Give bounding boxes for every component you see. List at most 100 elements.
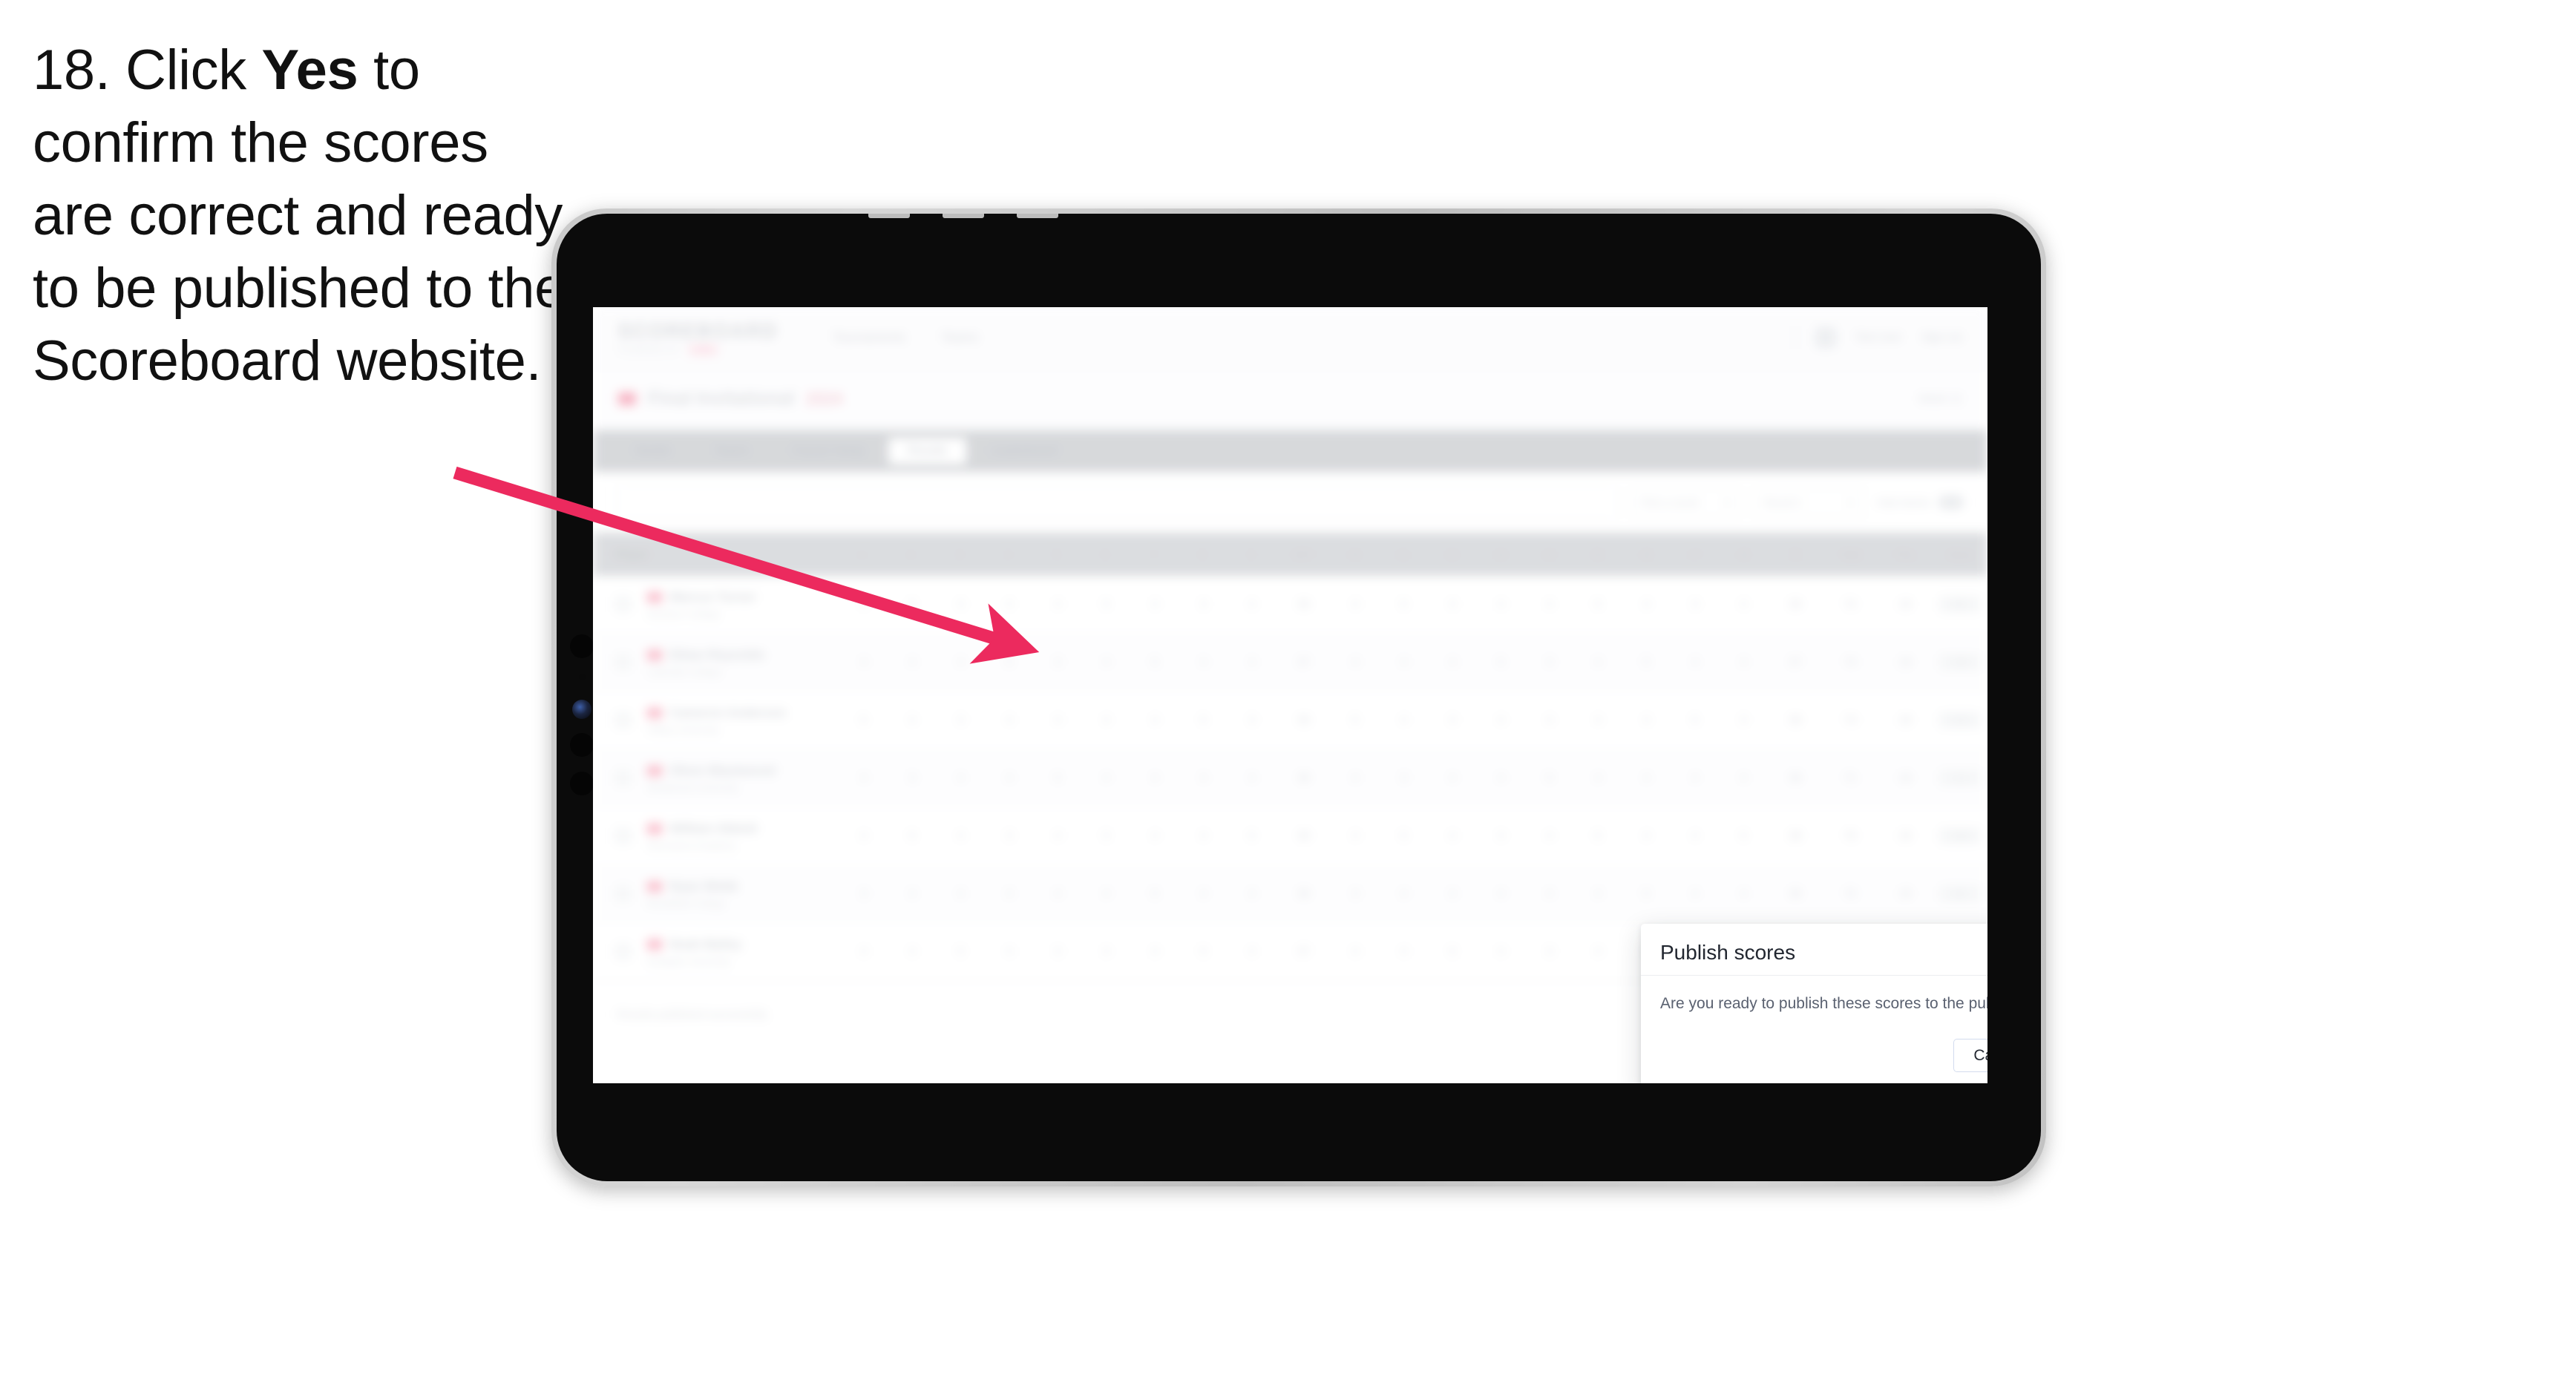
hole-score-cell[interactable]: 3 [937,598,985,611]
hole-score-cell[interactable]: 4 [1525,714,1573,726]
hole-score-cell[interactable]: 5 [1573,598,1622,611]
hole-score-cell[interactable]: 4 [1428,656,1476,669]
hole-score-cell[interactable]: 4 [1622,714,1671,726]
hole-score-cell[interactable]: 4 [1622,830,1671,842]
hole-score-cell[interactable]: 4 [1130,830,1179,842]
hole-score-cell[interactable]: 5 [1130,656,1179,669]
hole-score-cell[interactable]: 3 [1525,945,1573,958]
hole-score-cell[interactable]: 4 [1573,772,1622,784]
hole-score-cell[interactable]: 4 [1179,887,1228,900]
hole-score-cell[interactable]: 5 [1380,830,1428,842]
hole-score-cell[interactable]: 4 [1671,830,1719,842]
tab-details[interactable]: Details [615,438,690,464]
hole-score-cell[interactable]: 4 [1082,656,1130,669]
hole-score-cell[interactable]: 4 [1477,598,1525,611]
hole-score-cell[interactable]: 3 [1034,945,1082,958]
hole-score-cell[interactable]: 4 [1573,887,1622,900]
hole-score-cell[interactable]: 5 [985,656,1033,669]
avatar-icon[interactable] [1815,326,1836,348]
hole-score-cell[interactable]: 3 [1380,772,1428,784]
hole-score-cell[interactable]: 4 [888,887,936,900]
hole-score-cell[interactable]: 4 [937,887,985,900]
hide-blanks-toggle[interactable]: Hide blanks [1877,496,1964,509]
nav-item-tournaments[interactable]: Tournaments [833,330,905,345]
hole-score-cell[interactable]: 5 [1525,772,1573,784]
hole-score-cell[interactable]: 5 [1573,830,1622,842]
hole-score-cell[interactable]: 4 [1380,656,1428,669]
tab-course-setup[interactable]: Course Setup [773,438,884,464]
hole-score-cell[interactable]: 4 [1228,887,1276,900]
hole-score-cell[interactable]: 5 [1228,830,1276,842]
hole-score-cell[interactable]: 4 [1130,772,1179,784]
row-checkbox[interactable] [615,597,631,612]
hole-score-cell[interactable]: 5 [1179,945,1228,958]
hole-score-cell[interactable]: 4 [1720,598,1768,611]
hole-score-cell[interactable]: 4 [1228,656,1276,669]
hole-score-cell[interactable]: 4 [937,830,985,842]
hole-score-cell[interactable]: 4 [1034,598,1082,611]
hole-score-cell[interactable]: 4 [1130,598,1179,611]
hole-score-cell[interactable]: 4 [1573,714,1622,726]
hole-score-cell[interactable]: 3 [937,714,985,726]
app-logo[interactable]: SCOREBOARD POWERED BY LIVE [618,320,778,355]
hole-score-cell[interactable]: 4 [1331,772,1380,784]
table-row[interactable]: Oliver Blackwood Westbrook University 4 3 4 4… [593,749,1987,807]
hole-score-cell[interactable]: 4 [1525,830,1573,842]
hole-score-cell[interactable]: 4 [1671,656,1719,669]
table-row[interactable]: Marcus Turner Northern College 4 5 3 4 4 5 4 3 4 36… [593,576,1987,634]
hole-score-cell[interactable]: 3 [1477,830,1525,842]
hole-score-cell[interactable]: 4 [1525,887,1573,900]
hole-score-cell[interactable]: 4 [1082,945,1130,958]
tab-leaderboard[interactable]: Leaderboard [971,438,1077,464]
hole-score-cell[interactable]: 4 [1428,772,1476,784]
hole-score-cell[interactable]: 4 [1477,772,1525,784]
hole-score-cell[interactable]: 4 [1082,714,1130,726]
row-checkbox[interactable] [615,770,631,786]
hole-score-cell[interactable]: 4 [1622,772,1671,784]
hole-score-cell[interactable]: 5 [1179,714,1228,726]
hole-score-cell[interactable]: 4 [1082,772,1130,784]
hole-score-cell[interactable]: 4 [1380,887,1428,900]
hole-score-cell[interactable]: 4 [839,656,888,669]
hole-score-cell[interactable]: 4 [1477,945,1525,958]
view-select[interactable]: Round 1 ▾ [1753,487,1864,518]
hole-score-cell[interactable]: 3 [1525,656,1573,669]
hole-score-cell[interactable]: 4 [888,945,936,958]
hole-score-cell[interactable]: 4 [937,656,985,669]
hole-score-cell[interactable]: 4 [1671,887,1719,900]
row-checkbox[interactable] [615,828,631,844]
hole-score-cell[interactable]: 4 [839,598,888,611]
hole-score-cell[interactable]: 3 [1179,598,1228,611]
hole-score-cell[interactable]: 4 [1034,830,1082,842]
hole-score-cell[interactable]: 4 [839,945,888,958]
hole-score-cell[interactable]: 5 [1622,656,1671,669]
hole-score-cell[interactable]: 3 [1720,714,1768,726]
hole-score-cell[interactable]: 5 [1720,830,1768,842]
hole-score-cell[interactable]: 4 [1130,945,1179,958]
hole-score-cell[interactable]: 3 [888,772,936,784]
hole-score-cell[interactable]: 4 [888,714,936,726]
hole-score-cell[interactable]: 4 [1179,830,1228,842]
hole-score-cell[interactable]: 5 [1331,714,1380,726]
hole-score-cell[interactable]: 3 [985,830,1033,842]
hole-score-cell[interactable]: 5 [888,598,936,611]
search-input[interactable] [617,486,1617,519]
hole-score-cell[interactable]: 5 [1428,945,1476,958]
hole-score-cell[interactable]: 5 [1082,598,1130,611]
tab-teams[interactable]: Teams [695,438,768,464]
hole-score-cell[interactable]: 4 [1525,598,1573,611]
hole-score-cell[interactable]: 5 [1380,598,1428,611]
volume-button[interactable] [868,214,910,218]
table-row[interactable]: William Abbott Riverstone Academy 4 5 4 3 4 5 4 4… [593,807,1987,865]
hole-score-cell[interactable]: 3 [1331,887,1380,900]
hole-score-cell[interactable]: 3 [1228,714,1276,726]
hole-score-cell[interactable]: 4 [1720,656,1768,669]
hole-score-cell[interactable]: 4 [1331,945,1380,958]
hole-score-cell[interactable]: 4 [985,714,1033,726]
hole-score-cell[interactable]: 4 [1034,887,1082,900]
hole-score-cell[interactable]: 5 [839,714,888,726]
hole-score-cell[interactable]: 3 [1428,714,1476,726]
hole-score-cell[interactable]: 4 [1720,772,1768,784]
table-row[interactable]: Ryan Webb Brookfield College 3 4 4 4 4 4 5 4 4 36 3 4… [593,865,1987,923]
hole-score-cell[interactable]: 4 [985,887,1033,900]
